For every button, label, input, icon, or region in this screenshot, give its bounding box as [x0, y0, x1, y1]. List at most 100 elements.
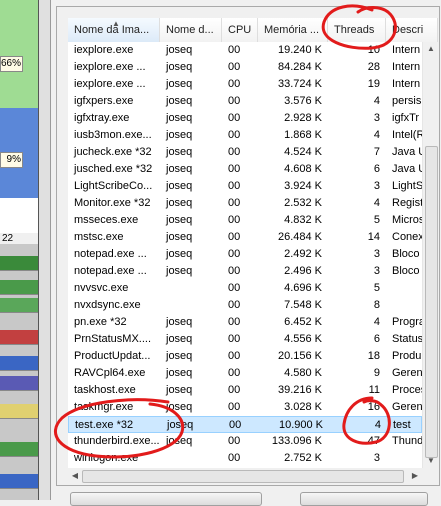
process-user-cell: joseq — [166, 231, 193, 243]
process-user-cell: joseq — [167, 419, 194, 431]
process-row[interactable]: PrnStatusMX.... joseq 00 4.556 K 6 Status — [68, 331, 422, 348]
process-user-cell — [160, 280, 222, 297]
process-description-cell: Proces — [392, 384, 422, 396]
column-header-description[interactable]: Descri — [386, 18, 438, 42]
process-threads-cell: 3 — [373, 248, 380, 260]
scroll-right-arrow-icon[interactable]: ▶ — [408, 468, 422, 484]
process-row[interactable]: iexplore.exe joseq 00 19.240 K 10 Intern — [68, 42, 422, 59]
scroll-left-arrow-icon[interactable]: ◀ — [68, 468, 82, 484]
process-name-cell: PrnStatusMX.... — [74, 333, 152, 345]
process-row[interactable]: jusched.exe *32 joseq 00 4.608 K 6 Java U — [68, 161, 422, 178]
scroll-up-arrow-icon[interactable]: ▲ — [423, 42, 439, 56]
process-user-cell: joseq — [166, 197, 193, 209]
process-threads-cell: 28 — [367, 61, 380, 73]
process-name-cell: Monitor.exe *32 — [74, 197, 151, 209]
process-user-cell: joseq — [166, 435, 193, 447]
horizontal-scrollbar[interactable]: ◀ ▶ — [68, 468, 422, 484]
process-memory-cell: 4.608 K — [284, 163, 322, 175]
process-memory-cell: 7.548 K — [284, 299, 322, 311]
process-name-cell: taskhost.exe — [74, 384, 136, 396]
process-user-cell: joseq — [166, 401, 193, 413]
process-user-cell: joseq — [166, 384, 193, 396]
process-row[interactable]: ProductUpdat... joseq 00 20.156 K 18 Produ — [68, 348, 422, 365]
process-name-cell: notepad.exe ... — [74, 248, 147, 260]
process-memory-cell: 4.832 K — [284, 214, 322, 226]
process-list[interactable]: iexplore.exe joseq 00 19.240 K 10 Intern iexpl… — [68, 42, 422, 468]
process-name-cell: igfxtray.exe — [74, 112, 130, 124]
process-cpu-cell: 00 — [228, 78, 241, 90]
process-row[interactable]: taskhost.exe joseq 00 39.216 K 11 Proces — [68, 382, 422, 399]
background-window: 66% 9% 22 — [0, 0, 51, 500]
process-threads-cell: 9 — [373, 367, 380, 379]
process-name-cell: thunderbird.exe... — [74, 435, 160, 447]
process-name-cell: iexplore.exe ... — [74, 61, 146, 73]
process-row[interactable]: jucheck.exe *32 joseq 00 4.524 K 7 Java U — [68, 144, 422, 161]
process-cpu-cell: 00 — [229, 419, 242, 431]
process-cpu-cell: 00 — [228, 163, 241, 175]
process-threads-cell: 4 — [373, 95, 380, 107]
process-threads-cell: 16 — [367, 401, 380, 413]
process-cpu-cell: 00 — [228, 384, 241, 396]
process-row[interactable]: Monitor.exe *32 joseq 00 2.532 K 4 Regist — [68, 195, 422, 212]
process-row[interactable]: taskmgr.exe joseq 00 3.028 K 16 Geren — [68, 399, 422, 416]
percent-badge-b: 9% — [0, 152, 23, 168]
process-cpu-cell: 00 — [228, 282, 241, 294]
process-user-cell — [160, 450, 222, 467]
process-row[interactable]: igfxtray.exe joseq 00 2.928 K 3 igfxTr — [68, 110, 422, 127]
process-cpu-cell: 00 — [228, 95, 241, 107]
process-name-cell: LightScribeCo... — [74, 180, 153, 192]
horizontal-scroll-thumb[interactable] — [82, 470, 404, 483]
process-description-cell: Intel(R — [392, 129, 422, 141]
process-description-cell — [386, 297, 422, 314]
process-row[interactable]: winlogon.exe 00 2.752 K 3 — [68, 450, 422, 467]
process-threads-cell: 4 — [373, 197, 380, 209]
column-header-cpu-label: CPU — [228, 24, 252, 36]
process-threads-cell: 19 — [367, 78, 380, 90]
grid-bar — [0, 376, 38, 391]
scroll-down-arrow-icon[interactable]: ▼ — [423, 454, 439, 468]
process-threads-cell: 4 — [373, 316, 380, 328]
process-row[interactable]: nvxdsync.exe 00 7.548 K 8 — [68, 297, 422, 314]
grid-bar — [0, 256, 38, 271]
process-row[interactable]: notepad.exe ... joseq 00 2.492 K 3 Bloco — [68, 246, 422, 263]
process-memory-cell: 1.868 K — [284, 129, 322, 141]
process-row[interactable]: mstsc.exe joseq 00 26.484 K 14 Conex — [68, 229, 422, 246]
process-name-cell: nvvsvc.exe — [74, 282, 129, 294]
process-threads-cell: 4 — [374, 419, 381, 431]
process-description-cell: Java U — [392, 163, 422, 175]
process-description-cell: Intern — [392, 44, 421, 56]
process-cpu-cell: 00 — [228, 435, 241, 447]
process-row[interactable]: thunderbird.exe... joseq 00 133.096 K 47 Thun… — [68, 433, 422, 450]
process-memory-cell: 6.452 K — [284, 316, 322, 328]
process-row[interactable]: nvvsvc.exe 00 4.696 K 5 — [68, 280, 422, 297]
column-header-threads[interactable]: Threads — [328, 18, 386, 42]
process-row[interactable]: pn.exe *32 joseq 00 6.452 K 4 Progra — [68, 314, 422, 331]
process-row[interactable]: test.exe *32 joseq 00 10.900 K 4 test — [68, 416, 422, 433]
process-cpu-cell: 00 — [228, 248, 241, 260]
process-name-cell: pn.exe *32 — [74, 316, 127, 328]
process-row[interactable]: iexplore.exe ... joseq 00 84.284 K 28 Intern — [68, 59, 422, 76]
bottom-button-right[interactable] — [300, 492, 428, 506]
column-header-cpu[interactable]: CPU — [222, 18, 258, 42]
process-row[interactable]: iusb3mon.exe... joseq 00 1.868 K 4 Intel(R — [68, 127, 422, 144]
process-row[interactable]: RAVCpl64.exe joseq 00 4.580 K 9 Geren — [68, 365, 422, 382]
process-description-cell: Progra — [392, 316, 422, 328]
process-row[interactable]: msseces.exe joseq 00 4.832 K 5 Micros — [68, 212, 422, 229]
column-header-memory[interactable]: Memória ... — [258, 18, 328, 42]
process-row[interactable]: igfxpers.exe joseq 00 3.576 K 4 persis — [68, 93, 422, 110]
process-cpu-cell: 00 — [228, 214, 241, 226]
column-header-user-name[interactable]: Nome d... — [160, 18, 222, 42]
process-row[interactable]: notepad.exe ... joseq 00 2.496 K 3 Bloco — [68, 263, 422, 280]
background-green-band — [0, 0, 38, 108]
vertical-scroll-thumb[interactable] — [425, 146, 438, 458]
process-cpu-cell: 00 — [228, 452, 241, 464]
vertical-scrollbar[interactable]: ▲ ▼ — [422, 42, 439, 468]
process-memory-cell: 33.724 K — [277, 78, 322, 90]
process-row[interactable]: LightScribeCo... joseq 00 3.924 K 3 LightS — [68, 178, 422, 195]
bottom-button-left[interactable] — [70, 492, 262, 506]
process-name-cell: nvxdsync.exe — [74, 299, 141, 311]
process-threads-cell: 14 — [367, 231, 380, 243]
process-row[interactable]: iexplore.exe ... joseq 00 33.724 K 19 Intern — [68, 76, 422, 93]
column-header-image-name[interactable]: ▲ Nome da Ima... — [68, 18, 160, 42]
process-description-cell: persis — [392, 95, 422, 107]
